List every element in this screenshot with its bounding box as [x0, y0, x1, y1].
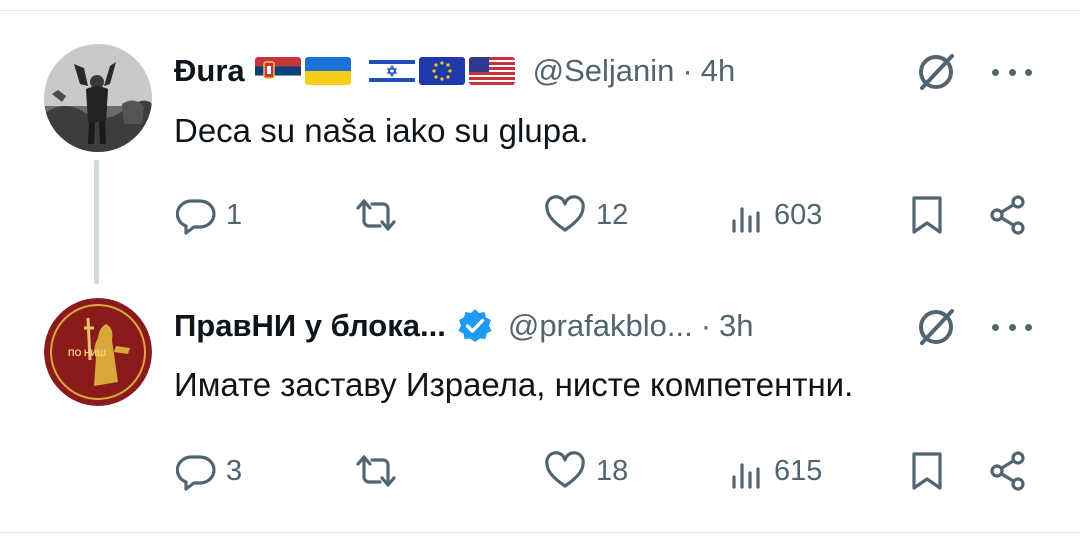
views-button[interactable]: 615 — [730, 449, 822, 493]
repost-button[interactable] — [354, 193, 408, 237]
thread-connector-line — [94, 160, 99, 284]
share-icon — [990, 451, 1025, 491]
repost-button[interactable] — [354, 449, 408, 493]
views-button[interactable]: 603 — [730, 193, 822, 237]
reply-icon — [176, 455, 216, 491]
flag-serbia-icon — [254, 57, 301, 85]
name-flags — [254, 57, 519, 85]
bottom-divider — [0, 532, 1080, 533]
avatar-label: ПО НИШ — [68, 348, 106, 358]
author-name[interactable]: ПравНИ у блока... — [174, 308, 446, 344]
share-button[interactable] — [988, 193, 1028, 237]
bookmark-button[interactable] — [910, 193, 944, 237]
like-count: 18 — [596, 454, 629, 487]
like-button[interactable]: 18 — [544, 449, 628, 493]
tweet-header: ПравНИ у блока... @prafakblo... · 3h — [174, 302, 754, 350]
view-count: 615 — [774, 454, 823, 487]
reply-button[interactable]: 3 — [176, 449, 242, 493]
tweet-text: Имате заставу Израела, нисте компетентни… — [174, 366, 854, 403]
share-icon — [990, 195, 1025, 235]
repost-icon — [356, 455, 396, 487]
author-name[interactable]: Đura — [174, 53, 245, 89]
heart-icon — [545, 451, 585, 488]
bookmark-icon — [912, 452, 942, 490]
tweet-2[interactable]: ПО НИШ ПравНИ у блока... @prafakblo... ·… — [0, 290, 1080, 535]
timestamp[interactable]: 3h — [719, 308, 753, 344]
avatar[interactable]: ПО НИШ — [44, 298, 152, 406]
tweet-1[interactable]: Đura @Seljanin · 4h Deca su naša iako su… — [0, 0, 1080, 290]
tweet-text: Deca su naša iako su glupa. — [174, 112, 589, 149]
flag-israel-icon — [368, 57, 415, 85]
reply-button[interactable]: 1 — [176, 193, 242, 237]
heart-icon — [545, 195, 585, 232]
author-handle[interactable]: @prafakblo... — [508, 308, 693, 344]
tweet-header: Đura @Seljanin · 4h — [174, 47, 735, 95]
views-chart-icon — [732, 463, 760, 489]
author-handle[interactable]: @Seljanin — [533, 53, 675, 89]
avatar[interactable] — [44, 44, 152, 152]
grok-icon[interactable] — [914, 48, 960, 94]
views-chart-icon — [732, 207, 760, 233]
more-options-icon[interactable] — [992, 65, 1032, 79]
share-button[interactable] — [988, 449, 1028, 493]
flag-eu-icon — [418, 57, 465, 85]
like-button[interactable]: 12 — [544, 193, 628, 237]
reply-icon — [176, 199, 216, 235]
repost-icon — [356, 199, 396, 231]
reply-count: 1 — [226, 198, 243, 231]
reply-count: 3 — [226, 454, 243, 487]
bookmark-icon — [912, 196, 942, 234]
timestamp[interactable]: 4h — [701, 53, 735, 89]
avatar-logo: ПО НИШ — [44, 298, 152, 406]
flag-usa-icon — [468, 57, 515, 85]
view-count: 603 — [774, 198, 823, 231]
separator-dot: · — [682, 53, 693, 88]
bookmark-button[interactable] — [910, 449, 944, 493]
avatar-photo — [44, 44, 152, 152]
like-count: 12 — [596, 198, 629, 231]
verified-badge-icon — [456, 307, 494, 345]
separator-dot: · — [700, 308, 712, 343]
flag-ukraine-icon — [304, 57, 351, 85]
action-bar: 1 12 603 — [176, 193, 1036, 237]
action-bar: 3 18 615 — [176, 449, 1036, 493]
more-options-icon[interactable] — [992, 320, 1032, 334]
grok-icon[interactable] — [914, 303, 960, 349]
